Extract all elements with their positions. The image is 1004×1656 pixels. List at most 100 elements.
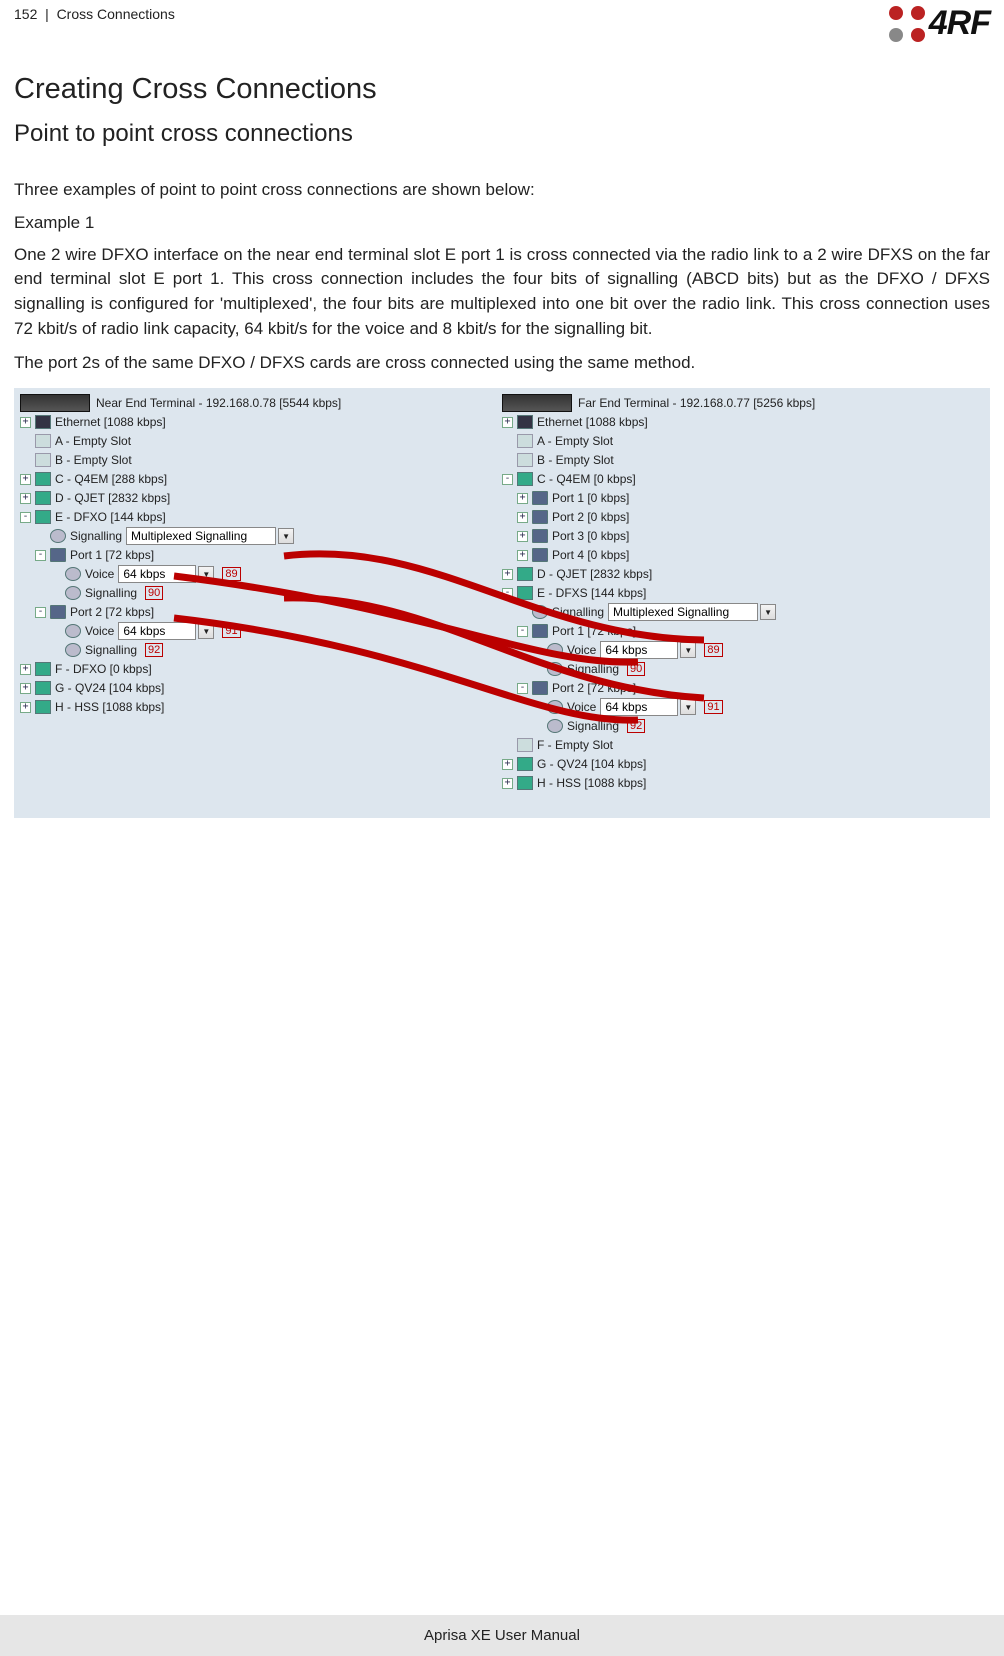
section-title: Cross Connections	[57, 6, 175, 22]
chevron-down-icon[interactable]: ▼	[278, 528, 294, 544]
expand-icon[interactable]: +	[517, 493, 528, 504]
signalling-sub-row[interactable]: Signalling 90	[502, 660, 984, 679]
signalling-select[interactable]	[126, 527, 276, 545]
collapse-icon[interactable]: -	[517, 626, 528, 637]
expand-icon[interactable]: +	[502, 778, 513, 789]
tree-item[interactable]: -Port 1 [72 kbps]	[502, 622, 984, 641]
footer-text: Aprisa XE User Manual	[424, 1627, 580, 1644]
conn-badge: 92	[627, 719, 645, 733]
expand-icon[interactable]: +	[20, 702, 31, 713]
expand-icon[interactable]: +	[20, 474, 31, 485]
tree-item[interactable]: -Port 2 [72 kbps]	[20, 603, 502, 622]
tree-root[interactable]: Near End Terminal - 192.168.0.78 [5544 k…	[20, 394, 502, 413]
tree-item[interactable]: F - Empty Slot	[502, 736, 984, 755]
voice-row[interactable]: Voice ▼ 91	[20, 622, 502, 641]
card-icon	[35, 510, 51, 524]
voice-select[interactable]	[118, 565, 196, 583]
expand-icon[interactable]: +	[517, 550, 528, 561]
slot-icon	[35, 453, 51, 467]
tree-item[interactable]: B - Empty Slot	[20, 451, 502, 470]
tree-item[interactable]: +G - QV24 [104 kbps]	[20, 679, 502, 698]
tree-item[interactable]: +Ethernet [1088 kbps]	[20, 413, 502, 432]
expand-icon[interactable]: +	[517, 531, 528, 542]
tree-item[interactable]: A - Empty Slot	[502, 432, 984, 451]
collapse-icon[interactable]: -	[502, 474, 513, 485]
tree-item[interactable]: +Port 4 [0 kbps]	[502, 546, 984, 565]
card-icon	[35, 681, 51, 695]
signalling-sub-row[interactable]: Signalling 92	[502, 717, 984, 736]
tree-item[interactable]: -E - DFXS [144 kbps]	[502, 584, 984, 603]
tree-item[interactable]: +H - HSS [1088 kbps]	[502, 774, 984, 793]
expand-icon[interactable]: +	[20, 493, 31, 504]
expand-icon[interactable]: +	[502, 417, 513, 428]
conn-badge: 91	[222, 624, 240, 638]
card-icon	[517, 776, 533, 790]
expand-icon[interactable]: +	[20, 664, 31, 675]
gear-icon	[65, 643, 81, 657]
tree-item[interactable]: +Ethernet [1088 kbps]	[502, 413, 984, 432]
signalling-sub-row[interactable]: Signalling 90	[20, 584, 502, 603]
tree-item[interactable]: B - Empty Slot	[502, 451, 984, 470]
signalling-row[interactable]: Signalling ▼	[20, 527, 502, 546]
gear-icon	[65, 586, 81, 600]
tree-item[interactable]: +H - HSS [1088 kbps]	[20, 698, 502, 717]
page-content: Creating Cross Connections Point to poin…	[0, 43, 1004, 376]
brand-logo: 4RF	[889, 4, 990, 43]
tree-item[interactable]: +C - Q4EM [288 kbps]	[20, 470, 502, 489]
tree-root[interactable]: Far End Terminal - 192.168.0.77 [5256 kb…	[502, 394, 984, 413]
voice-row[interactable]: Voice ▼ 89	[502, 641, 984, 660]
example-label: Example 1	[14, 213, 990, 233]
collapse-icon[interactable]: -	[20, 512, 31, 523]
voice-row[interactable]: Voice ▼ 89	[20, 565, 502, 584]
port-icon	[532, 624, 548, 638]
voice-select[interactable]	[600, 641, 678, 659]
card-icon	[35, 491, 51, 505]
card-icon	[517, 757, 533, 771]
tree-item[interactable]: +D - QJET [2832 kbps]	[20, 489, 502, 508]
signalling-sub-row[interactable]: Signalling 92	[20, 641, 502, 660]
tree-item[interactable]: A - Empty Slot	[20, 432, 502, 451]
tree-item[interactable]: -Port 2 [72 kbps]	[502, 679, 984, 698]
expand-icon[interactable]: +	[517, 512, 528, 523]
gear-icon	[547, 700, 563, 714]
slot-icon	[517, 738, 533, 752]
tree-item[interactable]: -Port 1 [72 kbps]	[20, 546, 502, 565]
tree-item[interactable]: +D - QJET [2832 kbps]	[502, 565, 984, 584]
tree-item[interactable]: +Port 3 [0 kbps]	[502, 527, 984, 546]
paragraph-2: The port 2s of the same DFXO / DFXS card…	[14, 351, 990, 376]
voice-row[interactable]: Voice ▼ 91	[502, 698, 984, 717]
collapse-icon[interactable]: -	[35, 550, 46, 561]
tree-item[interactable]: +Port 2 [0 kbps]	[502, 508, 984, 527]
signalling-row[interactable]: Signalling ▼	[502, 603, 984, 622]
chevron-down-icon[interactable]: ▼	[198, 566, 214, 582]
near-end-tree: Near End Terminal - 192.168.0.78 [5544 k…	[20, 394, 502, 800]
conn-badge: 89	[704, 643, 722, 657]
chevron-down-icon[interactable]: ▼	[680, 642, 696, 658]
collapse-icon[interactable]: -	[502, 588, 513, 599]
expand-icon[interactable]: +	[502, 569, 513, 580]
chevron-down-icon[interactable]: ▼	[198, 623, 214, 639]
header-left: 152 | Cross Connections	[14, 6, 175, 22]
card-icon	[517, 472, 533, 486]
collapse-icon[interactable]: -	[517, 683, 528, 694]
ethernet-icon	[35, 415, 51, 429]
collapse-icon[interactable]: -	[35, 607, 46, 618]
voice-select[interactable]	[118, 622, 196, 640]
expand-icon[interactable]: +	[502, 759, 513, 770]
tree-item[interactable]: -E - DFXO [144 kbps]	[20, 508, 502, 527]
tree-item[interactable]: -C - Q4EM [0 kbps]	[502, 470, 984, 489]
chevron-down-icon[interactable]: ▼	[680, 699, 696, 715]
chevron-down-icon[interactable]: ▼	[760, 604, 776, 620]
voice-select[interactable]	[600, 698, 678, 716]
expand-icon[interactable]: +	[20, 417, 31, 428]
gear-icon	[50, 529, 66, 543]
tree-item[interactable]: +G - QV24 [104 kbps]	[502, 755, 984, 774]
tree-item[interactable]: +Port 1 [0 kbps]	[502, 489, 984, 508]
tree-item[interactable]: +F - DFXO [0 kbps]	[20, 660, 502, 679]
expand-icon[interactable]: +	[20, 683, 31, 694]
page-header: 152 | Cross Connections 4RF	[0, 0, 1004, 43]
slot-icon	[517, 434, 533, 448]
signalling-select[interactable]	[608, 603, 758, 621]
port-icon	[50, 605, 66, 619]
card-icon	[517, 567, 533, 581]
